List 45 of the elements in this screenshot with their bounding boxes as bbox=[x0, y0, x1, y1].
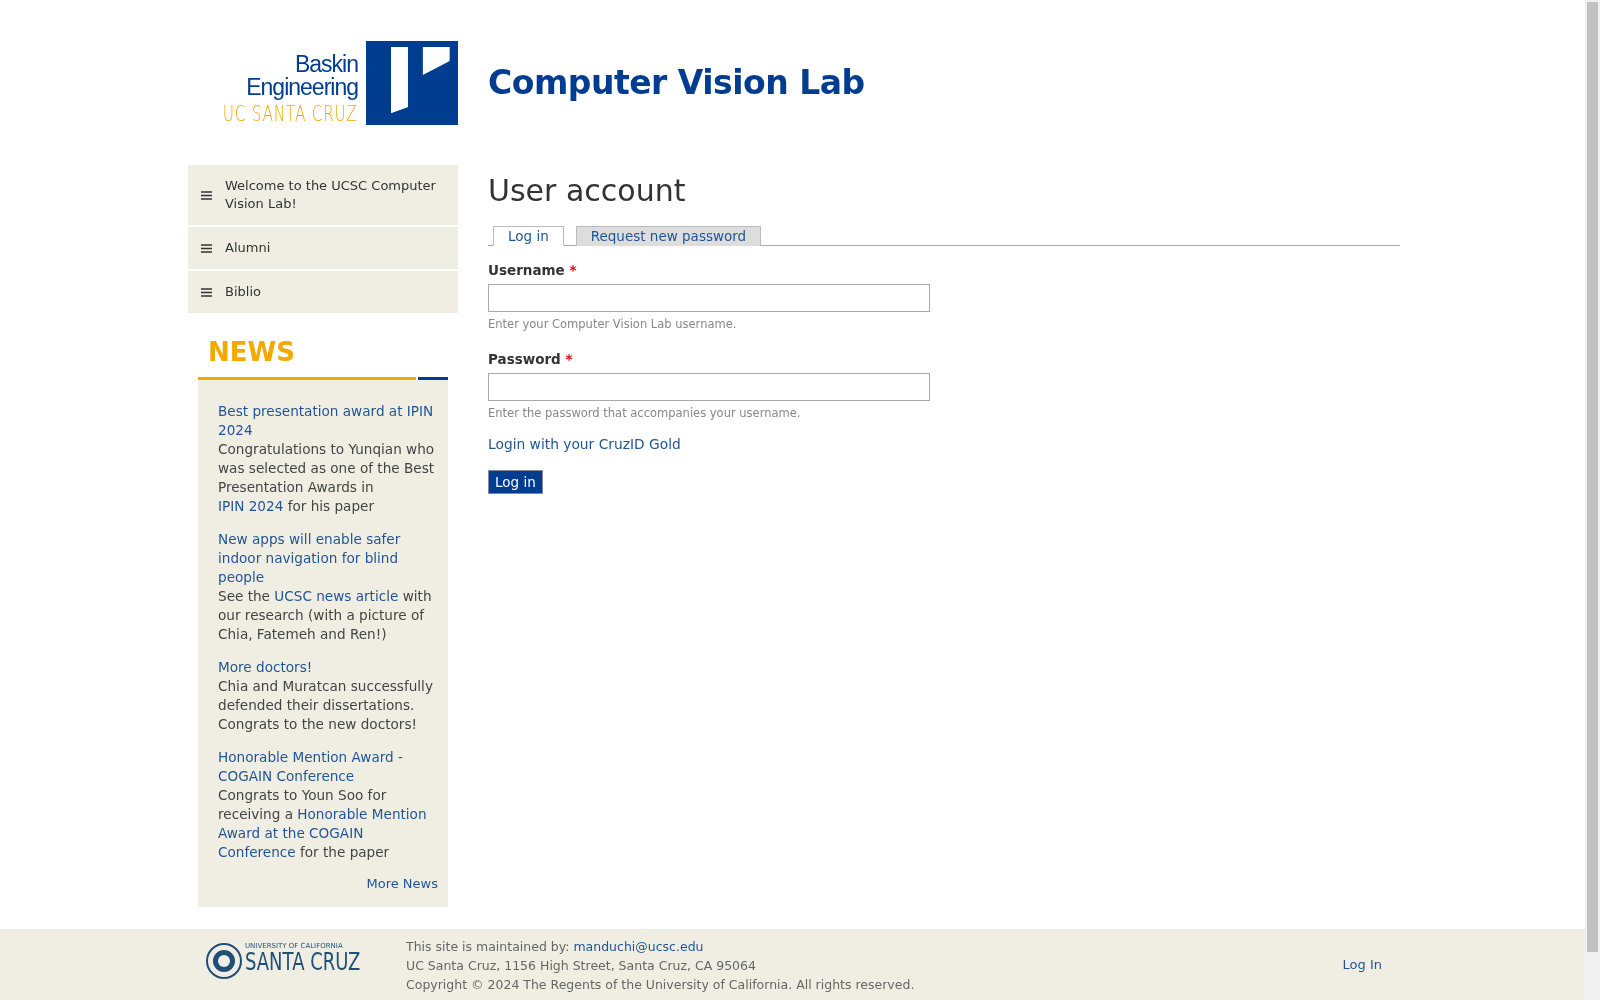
news-text: Congrats to Youn Soo for receiving a Honorable Mention Award at the COGAIN Conference for the paper bbox=[218, 786, 428, 862]
input-field[interactable] bbox=[488, 373, 930, 401]
login-button[interactable]: Log in bbox=[488, 470, 543, 494]
news-title-link[interactable]: Honorable Mention Award - COGAIN Conference bbox=[218, 748, 438, 786]
footer-text: UC Santa Cruz, 1156 High Street, Santa Cruz, CA 95064 bbox=[406, 957, 757, 975]
field-label: Password * bbox=[488, 351, 574, 367]
footer-login-link[interactable]: Log In bbox=[1342, 957, 1382, 972]
news-link[interactable]: Honorable Mention bbox=[297, 806, 427, 822]
menu-icon bbox=[201, 243, 212, 253]
news-link[interactable]: Conference bbox=[218, 844, 296, 860]
news-title-link[interactable]: Best presentation award at IPIN 2024 bbox=[218, 402, 438, 440]
field-label: Username * bbox=[488, 262, 578, 278]
news-link[interactable]: IPIN 2024 bbox=[218, 498, 284, 514]
more-news-link[interactable]: More News bbox=[366, 876, 438, 891]
logo-text: UC SANTA CRUZ bbox=[223, 102, 358, 125]
menu-icon bbox=[201, 190, 212, 200]
logo-text: Baskin bbox=[294, 52, 358, 76]
footer-text: This site is maintained by: manduchi@ucsc.edu bbox=[406, 938, 705, 956]
news-text: See the UCSC news article with our research (with a picture of Chia, Fatemeh and Ren!) bbox=[218, 587, 433, 644]
sidebar-item[interactable]: Alumni bbox=[188, 227, 458, 269]
news-title-link[interactable]: New apps will enable safer indoor navigation for blind people bbox=[218, 530, 438, 587]
cruzid-login-link[interactable]: Login with your CruzID Gold bbox=[488, 436, 1400, 452]
news-title-link[interactable]: More doctors! bbox=[218, 658, 438, 677]
input-field[interactable] bbox=[488, 284, 930, 312]
page-title: User account bbox=[488, 173, 687, 208]
tab[interactable]: Request new password bbox=[575, 226, 762, 246]
logo-text: SANTA CRUZ bbox=[245, 950, 361, 974]
menu-icon bbox=[201, 287, 212, 297]
site-title[interactable]: Computer Vision Lab bbox=[488, 63, 865, 102]
logo-text: Engineering bbox=[246, 75, 358, 99]
seal-icon bbox=[206, 943, 242, 979]
scrollbar[interactable] bbox=[1585, 0, 1600, 1000]
tab[interactable]: Log in bbox=[493, 226, 564, 246]
logo-icon bbox=[366, 40, 458, 125]
footer-text: Copyright © 2024 The Regents of the University of California. All rights reserved. bbox=[406, 976, 916, 994]
news-link[interactable]: UCSC news article bbox=[274, 588, 399, 604]
news-text: Chia and Muratcan successfully defended their dissertations. Congrats to the new doctors! bbox=[218, 677, 434, 734]
sidebar-item[interactable]: Biblio bbox=[188, 271, 458, 313]
field-description: Enter your Computer Vision Lab username. bbox=[488, 317, 738, 331]
news-heading: NEWS bbox=[208, 337, 296, 367]
field-description: Enter the password that accompanies your username. bbox=[488, 406, 802, 420]
email-link[interactable]: manduchi@ucsc.edu bbox=[573, 939, 704, 954]
news-text: Congratulations to Yunqian who was selected as one of the Best Presentation Awards in IPIN 2024 for his paper bbox=[218, 440, 436, 516]
news-link[interactable]: Award at the COGAIN bbox=[218, 825, 364, 841]
sidebar-item[interactable]: Welcome to the UCSC Computer Vision Lab! bbox=[188, 165, 458, 225]
